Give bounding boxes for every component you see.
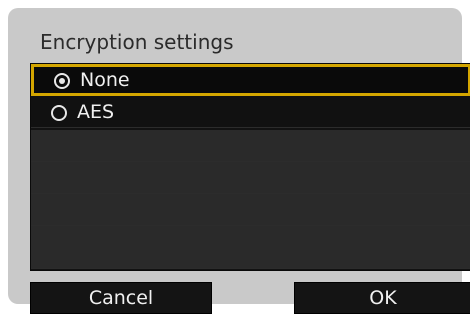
- empty-row: [31, 226, 470, 269]
- ok-button[interactable]: OK: [294, 282, 470, 314]
- encryption-options-list: None AES: [30, 63, 470, 271]
- empty-row: [31, 162, 470, 194]
- encryption-settings-screen: Encryption settings None AES Cancel OK: [8, 8, 470, 314]
- option-aes[interactable]: AES: [31, 96, 470, 128]
- radio-unselected-icon: [51, 105, 67, 121]
- option-label: None: [80, 69, 130, 91]
- option-none[interactable]: None: [31, 64, 470, 96]
- option-label: AES: [77, 101, 115, 123]
- screen-title: Encryption settings: [40, 30, 234, 54]
- empty-row: [31, 130, 470, 162]
- cancel-button[interactable]: Cancel: [30, 282, 212, 314]
- empty-row: [31, 194, 470, 226]
- radio-selected-icon: [54, 73, 70, 89]
